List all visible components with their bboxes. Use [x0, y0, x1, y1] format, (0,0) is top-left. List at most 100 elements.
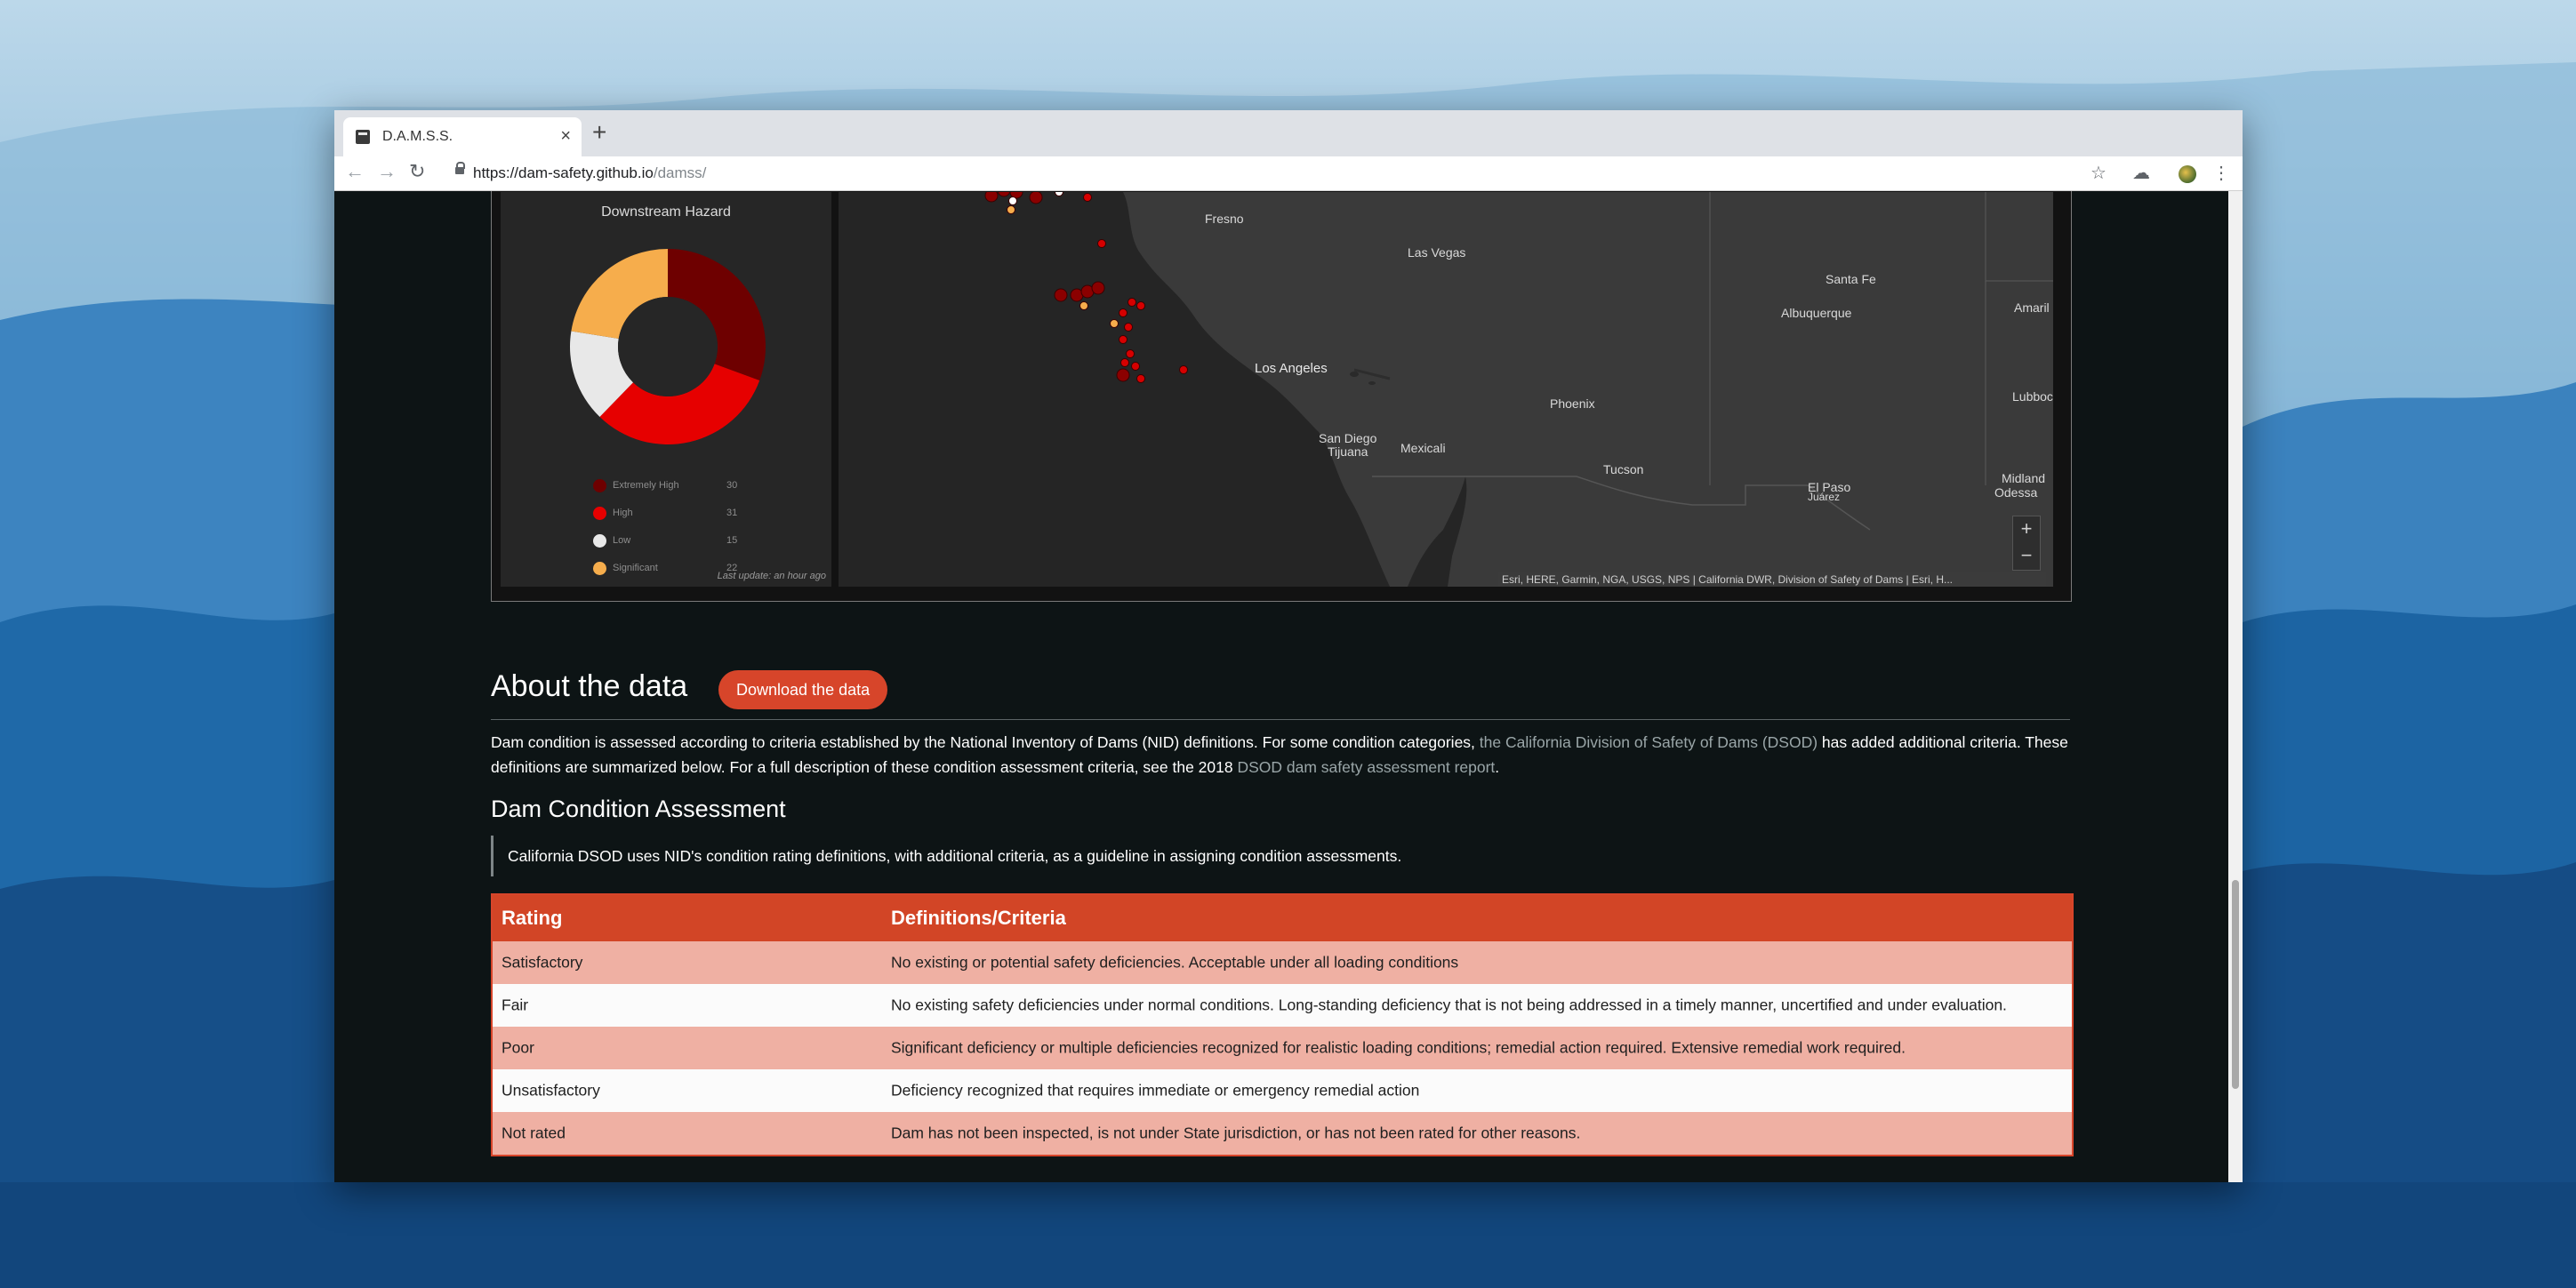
dam-marker[interactable]	[1136, 374, 1145, 383]
tab-bar: D.A.M.S.S. × +	[334, 110, 2243, 156]
header-definitions: Definitions/Criteria	[891, 907, 1066, 929]
definition-cell: Dam has not been inspected, is not under…	[891, 1124, 1581, 1142]
para-text-1: Dam condition is assessed according to c…	[491, 733, 1480, 751]
assessment-report-link[interactable]: DSOD dam safety assessment report	[1237, 758, 1495, 776]
zoom-out-button[interactable]: −	[2013, 543, 2040, 570]
dam-marker[interactable]	[1054, 288, 1068, 302]
close-tab-icon[interactable]: ×	[560, 126, 571, 147]
para-text-3: .	[1495, 758, 1500, 776]
dam-marker[interactable]	[1083, 193, 1092, 202]
city-odessa: Odessa	[1994, 485, 2038, 500]
dam-marker[interactable]	[1110, 319, 1119, 328]
table-header: Rating Definitions/Criteria	[493, 895, 2072, 941]
legend-swatch	[593, 479, 606, 492]
table-row: Unsatisfactory Deficiency recognized tha…	[493, 1069, 2072, 1112]
bookmark-star-icon[interactable]: ☆	[2090, 162, 2107, 184]
dsod-link[interactable]: the California Division of Safety of Dam…	[1480, 733, 1818, 751]
legend-value: 31	[726, 508, 738, 518]
city-tijuana: Tijuana	[1328, 444, 1368, 459]
cloud-extension-icon[interactable]: ☁	[2132, 162, 2150, 184]
rating-cell: Satisfactory	[502, 953, 583, 972]
browser-window: D.A.M.S.S. × + ← → ↻ https://dam-safety.…	[334, 110, 2243, 1182]
definition-cell: Significant deficiency or multiple defic…	[891, 1038, 1906, 1057]
city-santa-fe: Santa Fe	[1826, 272, 1876, 286]
download-data-button[interactable]: Download the data	[718, 670, 888, 709]
city-lubbock: Lubboc	[2012, 389, 2053, 404]
dam-marker[interactable]	[1179, 365, 1188, 374]
legend-label: High	[613, 508, 633, 518]
dam-marker[interactable]	[1124, 323, 1133, 332]
dam-marker[interactable]	[1008, 196, 1017, 205]
legend-value: 30	[726, 480, 738, 491]
favicon-icon	[356, 130, 370, 144]
table-row: Satisfactory No existing or potential sa…	[493, 941, 2072, 984]
city-mexicali: Mexicali	[1400, 441, 1446, 455]
dam-marker[interactable]	[1128, 298, 1136, 307]
hazard-donut-chart	[570, 249, 766, 445]
legend-label: Low	[613, 535, 631, 546]
legend-label: Significant	[613, 563, 658, 573]
lock-icon	[455, 162, 465, 174]
new-tab-button[interactable]: +	[592, 118, 606, 147]
rating-cell: Poor	[502, 1038, 534, 1057]
address-bar[interactable]: https://dam-safety.github.io/damss/	[473, 164, 706, 182]
city-tucson: Tucson	[1603, 462, 1644, 476]
scrollbar-thumb[interactable]	[2232, 880, 2239, 1089]
city-amarillo: Amaril	[2014, 300, 2050, 315]
back-icon[interactable]: ←	[345, 160, 365, 183]
dam-marker[interactable]	[1007, 205, 1015, 214]
dam-marker[interactable]	[1029, 192, 1043, 204]
map-attribution[interactable]: Esri, HERE, Garmin, NGA, USGS, NPS | Cal…	[1498, 572, 2046, 587]
browser-tab[interactable]: D.A.M.S.S. ×	[343, 117, 582, 156]
dam-marker[interactable]	[1136, 301, 1145, 310]
condition-table: Rating Definitions/Criteria Satisfactory…	[491, 893, 2074, 1156]
dam-marker[interactable]	[984, 192, 999, 203]
url-host: https://dam-safety.github.io	[473, 164, 654, 181]
about-paragraph: Dam condition is assessed according to c…	[491, 730, 2070, 780]
donut-hole	[618, 297, 718, 396]
header-rating: Rating	[502, 907, 563, 929]
dam-marker[interactable]	[1055, 192, 1063, 196]
city-juarez: Juárez	[1808, 491, 1841, 503]
legend-value: 15	[726, 535, 738, 546]
dam-marker[interactable]	[1126, 349, 1135, 358]
legend-swatch	[593, 562, 606, 575]
hazard-title: Downstream Hazard	[601, 204, 731, 220]
divider	[491, 719, 2070, 720]
city-albuquerque: Albuquerque	[1781, 306, 1852, 320]
page-viewport: Downstream Hazard Extremely High 30 High 31…	[334, 191, 2228, 1182]
rating-cell: Unsatisfactory	[502, 1081, 600, 1100]
dashboard-frame: Downstream Hazard Extremely High 30 High 31…	[491, 191, 2072, 602]
definition-cell: No existing safety deficiencies under no…	[891, 996, 2007, 1014]
dam-marker[interactable]	[1119, 335, 1128, 344]
reload-icon[interactable]: ↻	[409, 160, 425, 183]
profile-avatar[interactable]	[2179, 165, 2196, 183]
dam-marker[interactable]	[1091, 281, 1105, 295]
assessment-heading: Dam Condition Assessment	[491, 796, 786, 822]
tab-title: D.A.M.S.S.	[382, 129, 453, 144]
table-row: Fair No existing safety deficiencies und…	[493, 984, 2072, 1027]
about-heading: About the data	[491, 669, 688, 703]
dam-map[interactable]: Fresno Las Vegas Santa Fe Albuquerque Am…	[839, 192, 2053, 587]
menu-kebab-icon[interactable]: ⋮	[2212, 162, 2230, 184]
definition-cell: Deficiency recognized that requires imme…	[891, 1081, 1420, 1100]
dam-marker[interactable]	[1131, 362, 1140, 371]
dam-marker[interactable]	[1120, 358, 1129, 367]
assessment-blockquote: California DSOD uses NID's condition rat…	[491, 836, 1401, 876]
page-scrollbar[interactable]	[2228, 191, 2243, 1182]
dam-marker[interactable]	[1097, 239, 1106, 248]
legend-label: Extremely High	[613, 480, 679, 491]
zoom-in-button[interactable]: +	[2013, 516, 2040, 543]
dam-marker[interactable]	[1119, 308, 1128, 317]
city-las-vegas: Las Vegas	[1408, 245, 1466, 260]
city-san-diego: San Diego	[1319, 431, 1377, 445]
definition-cell: No existing or potential safety deficien…	[891, 953, 1459, 972]
rating-cell: Fair	[502, 996, 529, 1014]
city-midland: Midland	[2002, 471, 2046, 485]
dam-marker[interactable]	[1116, 368, 1130, 382]
dam-marker[interactable]	[1079, 301, 1088, 310]
rating-cell: Not rated	[502, 1124, 566, 1142]
table-row: Not rated Dam has not been inspected, is…	[493, 1112, 2072, 1155]
forward-icon[interactable]: →	[377, 160, 397, 183]
legend-swatch	[593, 534, 606, 548]
